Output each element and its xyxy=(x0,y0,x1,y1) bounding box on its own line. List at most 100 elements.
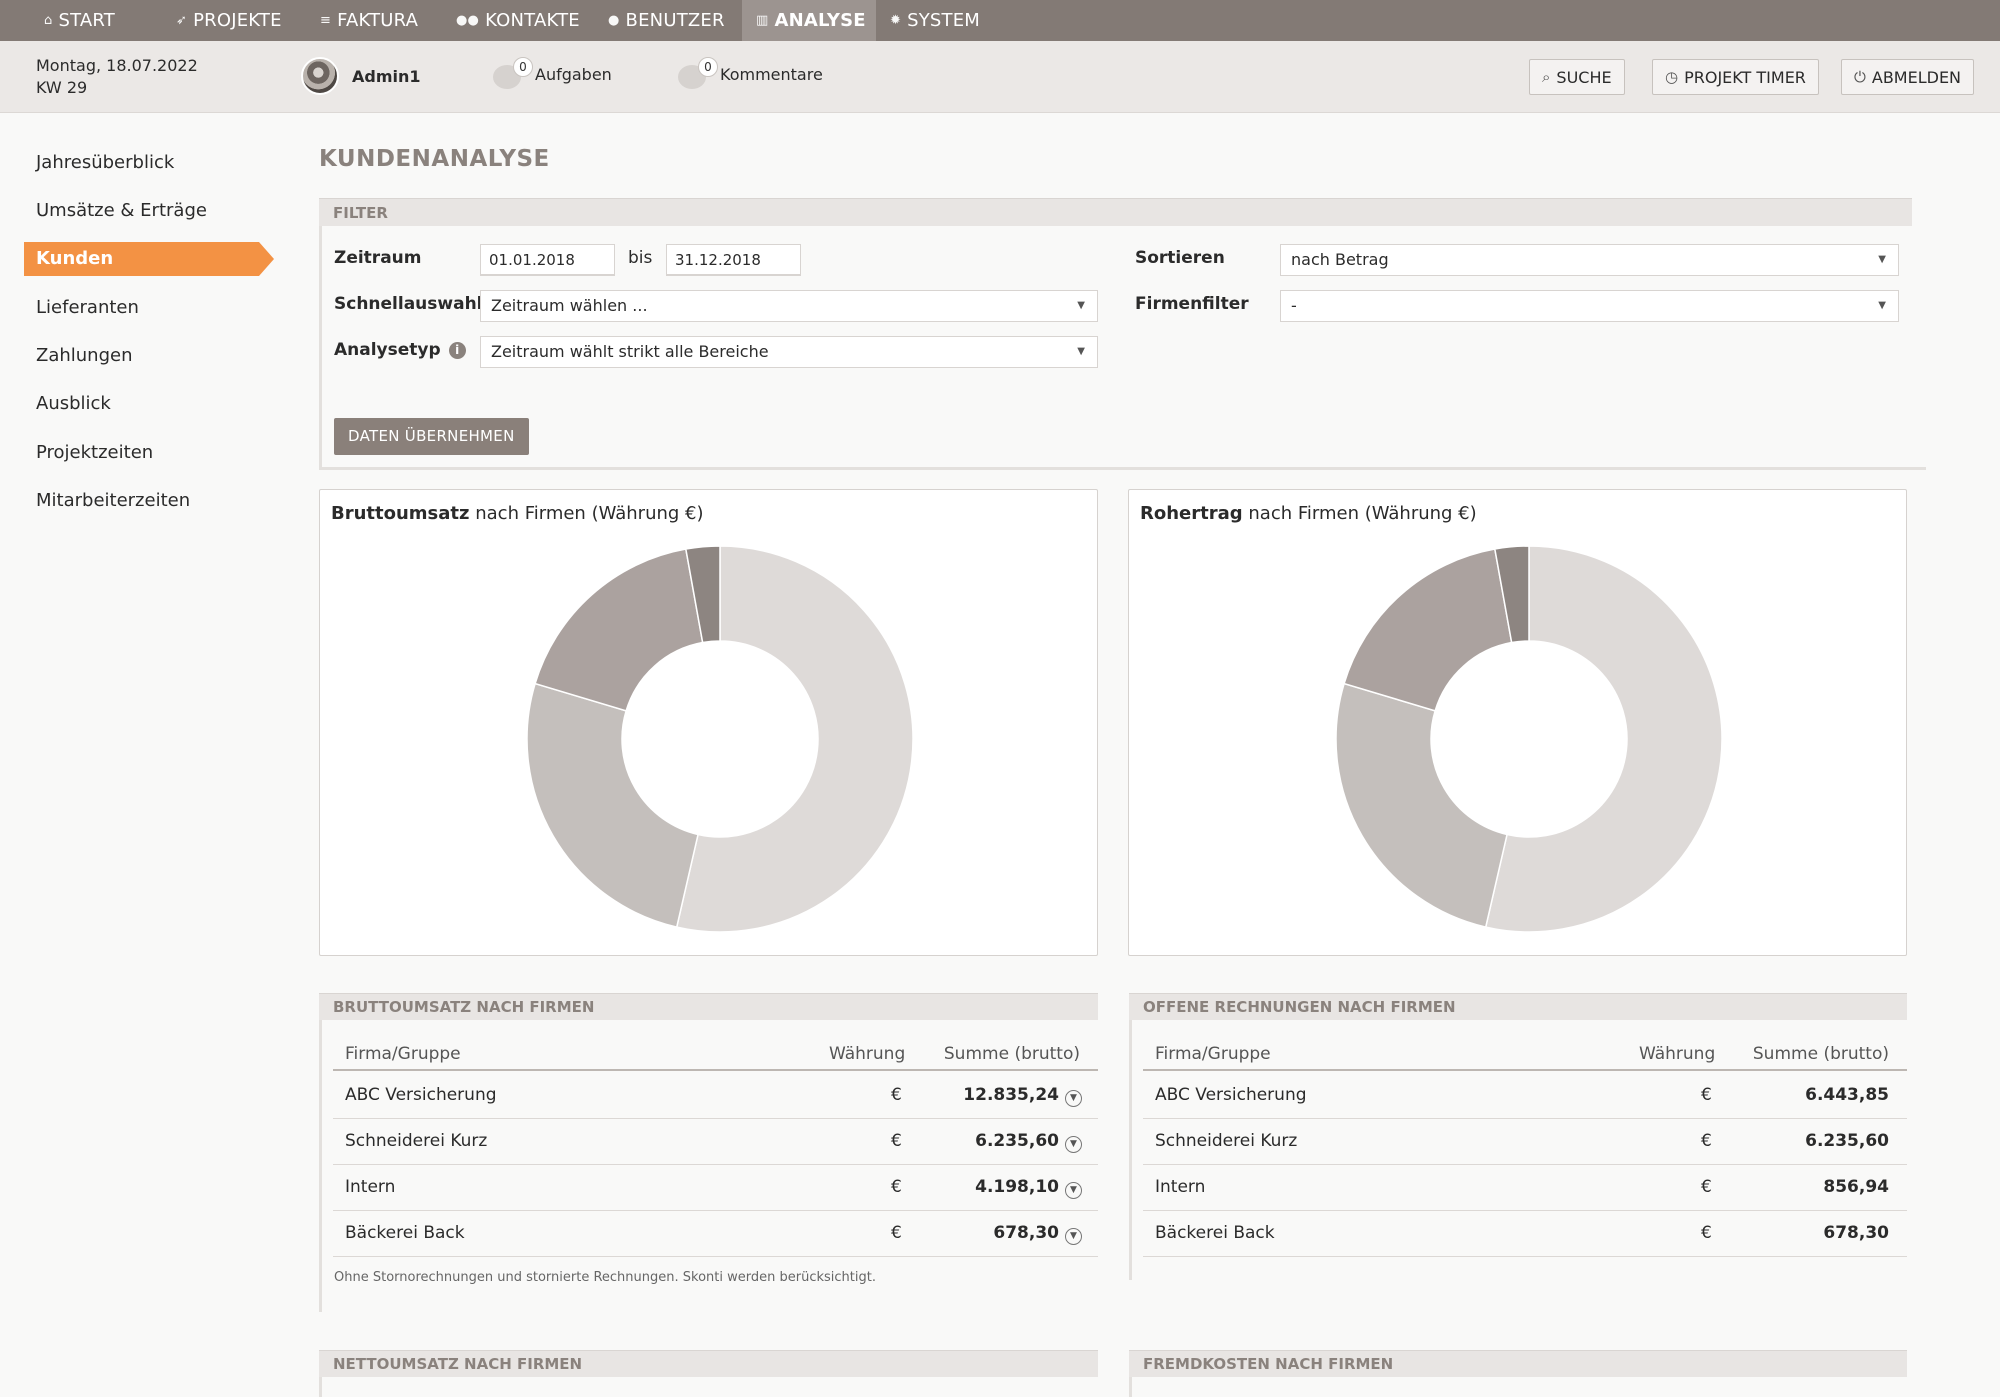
table-row: Schneiderei Kurz € 6.235,60 ▼ xyxy=(333,1119,1098,1165)
nav-benutzer[interactable]: ● BENUTZER xyxy=(594,0,742,41)
page-title: KUNDENANALYSE xyxy=(319,146,550,172)
schnellauswahl-select[interactable]: Zeitraum wählen ... ▼ xyxy=(480,290,1098,322)
firma-name: ABC Versicherung xyxy=(1155,1085,1307,1105)
sum-cell: 12.835,24 ▼ xyxy=(963,1073,1082,1117)
sidebar-item-mitarbeiterzeiten[interactable]: Mitarbeiterzeiten xyxy=(24,484,274,518)
chevron-down-icon: ▼ xyxy=(1077,300,1085,311)
chevron-down-icon[interactable]: ▼ xyxy=(1065,1182,1082,1199)
nav-analyse[interactable]: ▥ ANALYSE xyxy=(742,0,876,41)
nav-label: ANALYSE xyxy=(774,10,866,31)
col-header-currency: Währung xyxy=(1639,1044,1716,1064)
amount: 678,30 xyxy=(1823,1223,1889,1243)
nav-projekte[interactable]: ➶ PROJEKTE xyxy=(162,0,306,41)
currency: € xyxy=(891,1085,902,1105)
nav-label: SYSTEM xyxy=(907,10,981,31)
col-header-firma: Firma/Gruppe xyxy=(1155,1044,1271,1064)
chevron-down-icon[interactable]: ▼ xyxy=(1065,1136,1082,1153)
comments-indicator[interactable]: 0 Kommentare xyxy=(678,57,823,89)
project-timer-button[interactable]: ◷ PROJEKT TIMER xyxy=(1652,59,1819,95)
offene-table: Firma/Gruppe Währung Summe (brutto) ABC … xyxy=(1143,1037,1907,1257)
currency: € xyxy=(891,1223,902,1243)
date-from-input[interactable] xyxy=(480,244,615,276)
col-header-sum: Summe (brutto) xyxy=(1752,1044,1889,1064)
table-header-row: Firma/Gruppe Währung Summe (brutto) xyxy=(1143,1037,1907,1071)
chevron-down-icon[interactable]: ▼ xyxy=(1065,1090,1082,1107)
chevron-down-icon: ▼ xyxy=(1077,346,1085,357)
brutto-footnote: Ohne Stornorechnungen und stornierte Rec… xyxy=(334,1270,876,1285)
sidebar-item-jahresueberblick[interactable]: Jahresüberblick xyxy=(24,146,274,180)
netto-section-header: NETTOUMSATZ NACH FIRMEN xyxy=(319,1350,1098,1377)
comments-count: 0 xyxy=(698,57,718,77)
date-to-input[interactable] xyxy=(666,244,801,276)
donut-chart-bruttoumsatz xyxy=(526,545,914,933)
timer-label: PROJEKT TIMER xyxy=(1684,67,1806,87)
nav-label: FAKTURA xyxy=(337,10,419,31)
bis-label: bis xyxy=(628,248,653,268)
sum-cell: 4.198,10 ▼ xyxy=(975,1165,1082,1209)
current-date: Montag, 18.07.2022 KW 29 xyxy=(36,55,198,99)
analysetyp-value: Zeitraum wählt strikt alle Bereiche xyxy=(491,342,769,361)
brutto-table: Firma/Gruppe Währung Summe (brutto) ABC … xyxy=(333,1037,1098,1257)
nav-label: KONTAKTE xyxy=(485,10,580,31)
date-line: Montag, 18.07.2022 xyxy=(36,56,198,75)
chevron-down-icon[interactable]: ▼ xyxy=(1065,1228,1082,1245)
firmenfilter-select[interactable]: - ▼ xyxy=(1280,290,1899,322)
donut-slice-schneiderei-kurz[interactable] xyxy=(1335,682,1508,928)
currency: € xyxy=(1701,1131,1712,1151)
logout-button[interactable]: ⏻ ABMELDEN xyxy=(1841,59,1975,95)
sidebar-item-ausblick[interactable]: Ausblick xyxy=(24,387,274,421)
chevron-down-icon: ▼ xyxy=(1878,254,1886,265)
user-icon: ● xyxy=(608,13,620,28)
tasks-indicator[interactable]: 0 Aufgaben xyxy=(493,57,612,89)
table-row: Intern € 856,94 xyxy=(1143,1165,1907,1211)
nav-kontakte[interactable]: ●● KONTAKTE xyxy=(442,0,594,41)
donut-slice-intern[interactable] xyxy=(1343,548,1513,712)
info-icon[interactable]: i xyxy=(448,342,466,359)
donut-chart-rohertrag xyxy=(1335,545,1723,933)
currency: € xyxy=(1701,1085,1712,1105)
amount: 4.198,10 xyxy=(975,1177,1059,1197)
nav-label: START xyxy=(58,10,115,31)
sortieren-select[interactable]: nach Betrag ▼ xyxy=(1280,244,1899,276)
table-header-row: Firma/Gruppe Währung Summe (brutto) xyxy=(333,1037,1098,1071)
sidebar-item-kunden[interactable]: Kunden xyxy=(24,242,274,276)
sum-cell: 678,30 ▼ xyxy=(993,1211,1082,1255)
analysetyp-select[interactable]: Zeitraum wählt strikt alle Bereiche ▼ xyxy=(480,336,1098,368)
col-header-currency: Währung xyxy=(829,1044,906,1064)
nav-system[interactable]: ✹ SYSTEM xyxy=(876,0,994,41)
firmenfilter-label: Firmenfilter xyxy=(1135,294,1249,314)
nav-faktura[interactable]: ≡ FAKTURA xyxy=(306,0,442,41)
week-line: KW 29 xyxy=(36,78,88,97)
sidebar-item-umsaetze[interactable]: Umsätze & Erträge xyxy=(24,194,274,228)
search-label: SUCHE xyxy=(1556,67,1612,87)
firma-name: Intern xyxy=(345,1177,396,1197)
tasks-count: 0 xyxy=(513,57,533,77)
offene-section-header: OFFENE RECHNUNGEN NACH FIRMEN xyxy=(1129,993,1907,1020)
chart-panel-rohertrag: Rohertrag nach Firmen (Währung €) xyxy=(1128,489,1907,956)
search-button[interactable]: ⌕ SUCHE xyxy=(1529,59,1625,95)
sidebar-item-lieferanten[interactable]: Lieferanten xyxy=(24,291,274,325)
gear-icon: ✹ xyxy=(890,13,902,28)
chart-icon: ▥ xyxy=(756,13,769,28)
amount: 6.443,85 xyxy=(1805,1085,1889,1105)
table-row: Intern € 4.198,10 ▼ xyxy=(333,1165,1098,1211)
amount: 856,94 xyxy=(1823,1177,1889,1197)
firma-name: Intern xyxy=(1155,1177,1206,1197)
avatar xyxy=(301,57,339,95)
tasks-label: Aufgaben xyxy=(535,64,612,84)
apply-data-button[interactable]: DATEN ÜBERNEHMEN xyxy=(334,418,529,455)
donut-slice-intern[interactable] xyxy=(534,548,704,712)
netto-section xyxy=(319,1377,1098,1397)
nav-start[interactable]: ⌂ START xyxy=(30,0,162,41)
sidebar-item-zahlungen[interactable]: Zahlungen xyxy=(24,339,274,373)
sidebar-item-projektzeiten[interactable]: Projektzeiten xyxy=(24,436,274,470)
table-row: ABC Versicherung € 6.443,85 xyxy=(1143,1073,1907,1119)
amount: 6.235,60 xyxy=(1805,1131,1889,1151)
donut-slice-schneiderei-kurz[interactable] xyxy=(526,682,699,928)
nav-label: PROJEKTE xyxy=(193,10,282,31)
header-bar: Montag, 18.07.2022 KW 29 Admin1 0 Aufgab… xyxy=(0,41,2000,113)
firma-name: Bäckerei Back xyxy=(345,1223,465,1243)
brutto-section-header: BRUTTOUMSATZ NACH FIRMEN xyxy=(319,993,1098,1020)
invoice-icon: ≡ xyxy=(320,13,332,28)
user-menu[interactable]: Admin1 xyxy=(301,57,421,95)
